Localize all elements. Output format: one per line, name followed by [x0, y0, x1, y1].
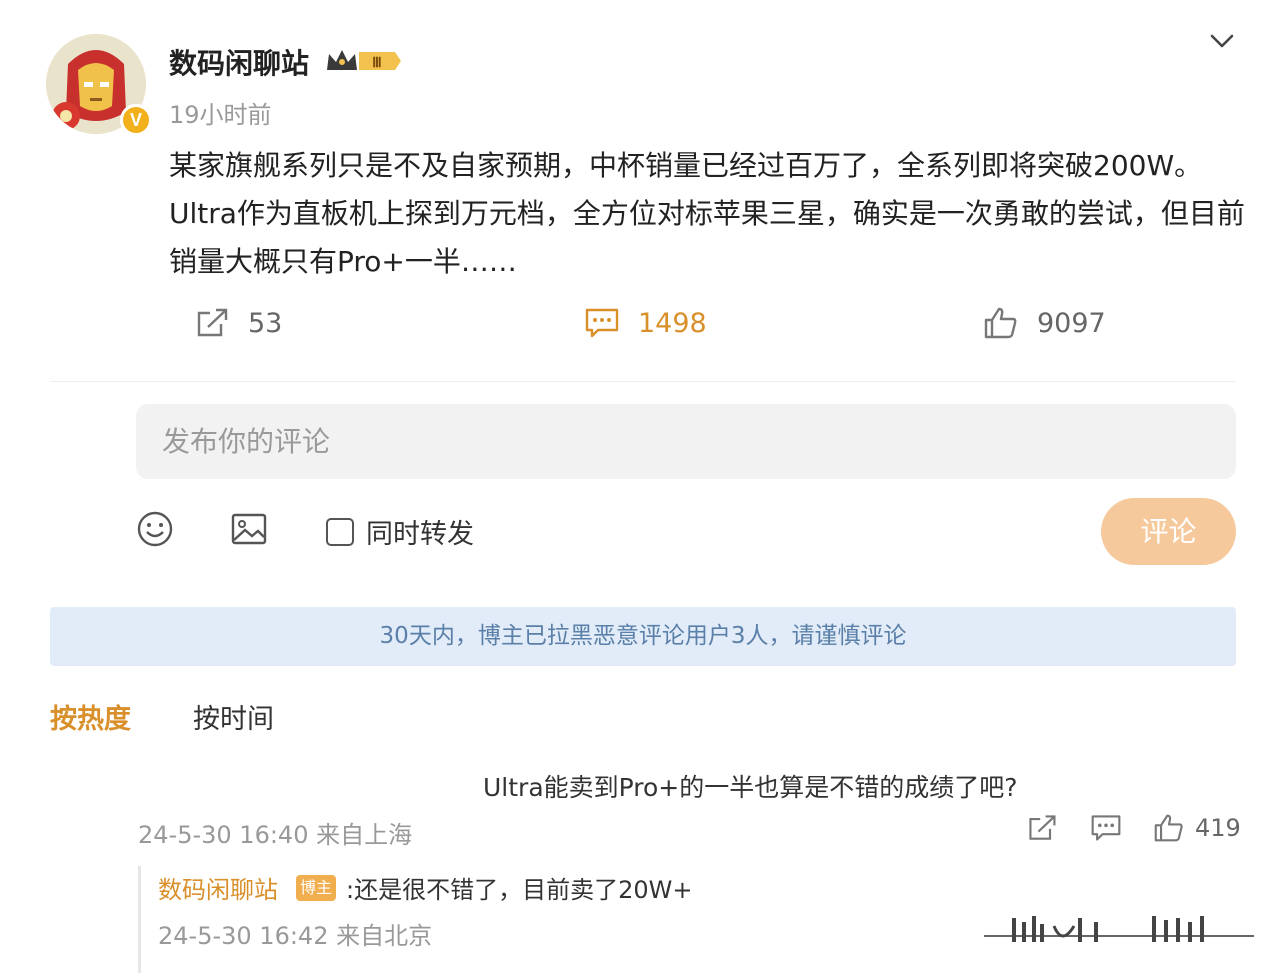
avatar[interactable]: V	[46, 34, 152, 138]
reply-time: 24-5-30 16:42 来自北京	[158, 922, 433, 950]
sort-by-hot-tab[interactable]: 按热度	[50, 697, 131, 736]
like-count: 9097	[1037, 307, 1106, 339]
comment-count: 1498	[638, 307, 707, 339]
comment-like-button[interactable]: 419	[1153, 813, 1241, 843]
repost-button[interactable]: 53	[194, 300, 282, 346]
reply-text: :还是很不错了，目前卖了20W+	[346, 876, 693, 904]
level-text: Ⅲ	[372, 56, 382, 71]
post-content: 某家旗舰系列只是不及自家预期，中杯销量已经过百万了，全系列即将突破200W。Ul…	[169, 149, 1245, 278]
like-icon	[984, 307, 1017, 339]
blogger-badge: 博主	[296, 875, 336, 901]
comment-icon	[585, 308, 619, 338]
verified-badge: V	[120, 104, 152, 136]
comments-button[interactable]: 1498	[584, 300, 707, 346]
like-button[interactable]: 9097	[983, 300, 1106, 346]
image-icon[interactable]	[230, 510, 268, 548]
comment-text: Ultra能卖到Pro+的一半也算是不错的成绩了吧?	[483, 773, 1018, 802]
repost-checkbox[interactable]: 同时转发	[326, 512, 474, 551]
divider	[50, 381, 1236, 382]
watermark-graphic	[984, 916, 1254, 942]
comment-reply-icon[interactable]	[1090, 813, 1122, 843]
chevron-down-icon[interactable]	[1206, 28, 1238, 54]
sort-by-time-tab[interactable]: 按时间	[193, 697, 274, 736]
reply-author[interactable]: 数码闲聊站	[158, 870, 278, 905]
repost-count: 53	[248, 307, 283, 339]
comment-like-count: 419	[1195, 814, 1241, 842]
reply-thread-line	[138, 866, 141, 973]
post-time: 19小时前	[169, 101, 272, 129]
author-name[interactable]: 数码闲聊站	[169, 42, 309, 82]
emoji-icon[interactable]	[136, 510, 174, 548]
comment-input[interactable]: 发布你的评论	[136, 404, 1236, 479]
checkbox[interactable]	[326, 517, 354, 546]
comment-like-icon	[1154, 814, 1183, 842]
repost-icon	[197, 308, 228, 337]
comment-time: 24-5-30 16:40 来自上海	[138, 821, 413, 849]
repost-checkbox-label: 同时转发	[366, 519, 474, 550]
comment-repost-icon[interactable]	[1026, 813, 1058, 843]
submit-comment-button[interactable]: 评论	[1101, 498, 1236, 565]
blocked-users-notice: 30天内，博主已拉黑恶意评论用户3人，请谨慎评论	[50, 607, 1236, 666]
member-level-badge[interactable]: Ⅲ	[325, 46, 403, 76]
